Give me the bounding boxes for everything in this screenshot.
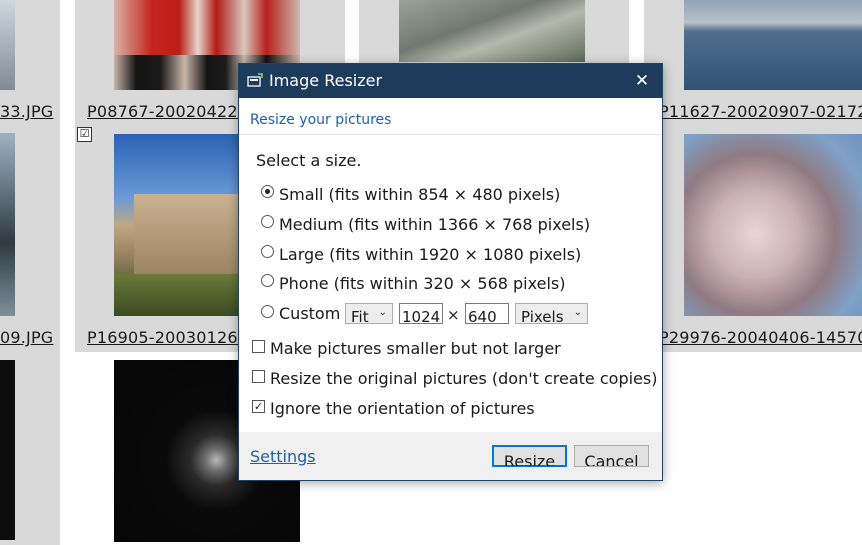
thumbnail-image[interactable] bbox=[684, 134, 862, 316]
size-radio-phone[interactable] bbox=[261, 274, 274, 287]
smaller-only-label[interactable]: Make pictures smaller but not larger bbox=[270, 339, 561, 358]
thumbnail-caption[interactable]: 09.JPG bbox=[0, 328, 53, 347]
item-select-checkbox[interactable]: ☑ bbox=[77, 127, 92, 142]
size-radio-custom[interactable] bbox=[261, 305, 274, 318]
dialog-subtitle: Resize your pictures bbox=[250, 112, 392, 128]
times-symbol: × bbox=[447, 306, 460, 324]
size-option-phone-label[interactable]: Phone (fits within 320 × 568 pixels) bbox=[279, 274, 565, 293]
thumbnail-image[interactable] bbox=[0, 133, 15, 316]
thumbnail-caption[interactable]: P29976-20040406-14570 bbox=[659, 328, 862, 347]
custom-height-input[interactable]: 640 bbox=[465, 303, 509, 324]
thumbnail-caption[interactable]: P08767-20020422- bbox=[87, 102, 244, 121]
app-icon bbox=[247, 73, 263, 89]
settings-link[interactable]: Settings bbox=[250, 447, 316, 466]
size-option-custom-label[interactable]: Custom bbox=[279, 304, 340, 323]
unit-dropdown[interactable]: Pixels ⌄ bbox=[515, 303, 588, 324]
dialog-titlebar[interactable]: Image Resizer ✕ bbox=[239, 64, 662, 98]
ignore-orientation-checkbox[interactable]: ✓ bbox=[252, 400, 265, 413]
overwrite-originals-label[interactable]: Resize the original pictures (don't crea… bbox=[270, 369, 657, 388]
dialog-footer: Settings Resize Cancel bbox=[239, 432, 662, 480]
size-option-medium-label[interactable]: Medium (fits within 1366 × 768 pixels) bbox=[279, 215, 590, 234]
smaller-only-checkbox[interactable] bbox=[252, 340, 265, 353]
size-radio-small[interactable] bbox=[261, 185, 274, 198]
fit-mode-dropdown[interactable]: Fit ⌄ bbox=[345, 303, 393, 324]
thumbnail-image[interactable] bbox=[0, 0, 15, 90]
custom-width-input[interactable]: 1024 bbox=[399, 303, 443, 324]
unit-value: Pixels bbox=[521, 308, 564, 324]
chevron-down-icon: ⌄ bbox=[378, 307, 387, 318]
image-resizer-dialog: Image Resizer ✕ Resize your pictures Sel… bbox=[238, 63, 663, 481]
size-option-large-label[interactable]: Large (fits within 1920 × 1080 pixels) bbox=[279, 245, 581, 264]
ignore-orientation-label[interactable]: Ignore the orientation of pictures bbox=[270, 399, 535, 418]
cancel-button[interactable]: Cancel bbox=[574, 445, 649, 467]
thumbnail-image[interactable] bbox=[0, 360, 15, 540]
close-icon[interactable]: ✕ bbox=[622, 64, 662, 98]
overwrite-originals-checkbox[interactable] bbox=[252, 370, 265, 383]
resize-button[interactable]: Resize bbox=[492, 445, 567, 467]
size-option-small-label[interactable]: Small (fits within 854 × 480 pixels) bbox=[279, 185, 560, 204]
size-radio-medium[interactable] bbox=[261, 215, 274, 228]
thumbnail-image[interactable] bbox=[684, 0, 862, 90]
size-section-label: Select a size. bbox=[256, 151, 362, 170]
dialog-title: Image Resizer bbox=[269, 71, 383, 90]
thumbnail-image[interactable] bbox=[399, 0, 585, 62]
thumbnail-caption[interactable]: P11627-20020907-02172 bbox=[659, 102, 862, 121]
thumbnail-caption[interactable]: P16905-20030126- bbox=[87, 328, 244, 347]
chevron-down-icon: ⌄ bbox=[573, 307, 582, 318]
thumbnail-caption[interactable]: 33.JPG bbox=[0, 102, 53, 121]
fit-mode-value: Fit bbox=[351, 308, 369, 324]
size-radio-large[interactable] bbox=[261, 245, 274, 258]
